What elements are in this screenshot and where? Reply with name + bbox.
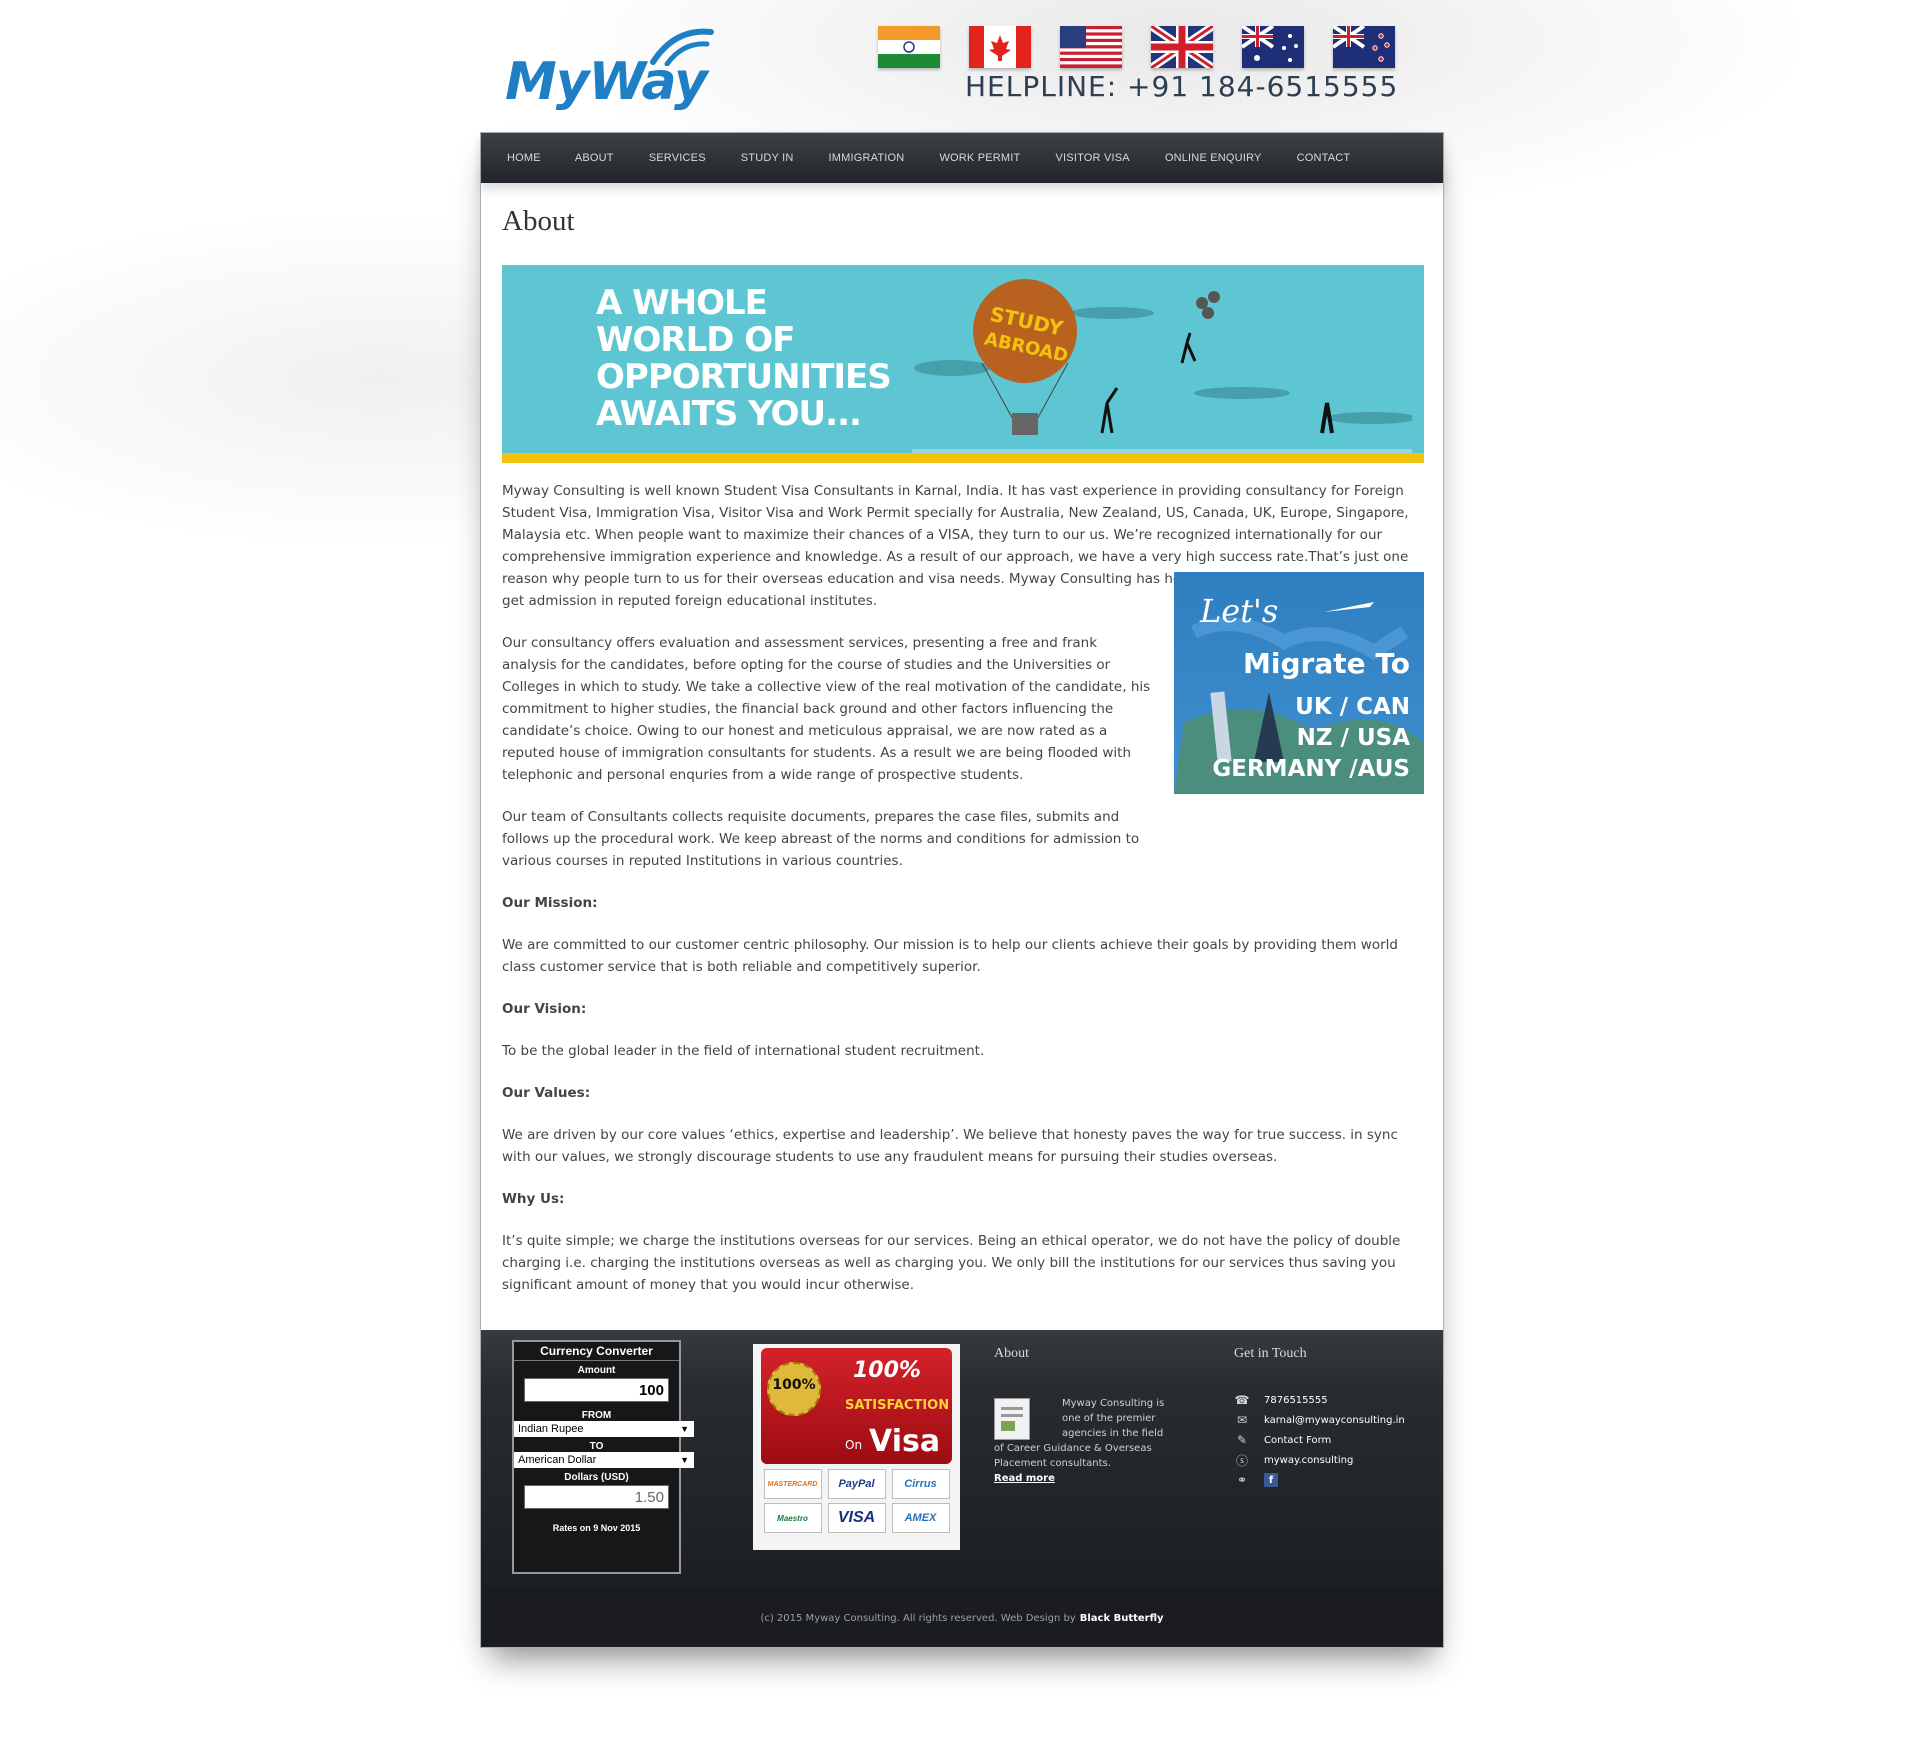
why-us-heading: Why Us: (502, 1191, 565, 1207)
country-flags (878, 26, 1424, 68)
result-label: Dollars (USD) (564, 1472, 629, 1483)
skype-icon: ⓢ (1235, 1453, 1248, 1468)
copyright-bar: (c) 2015 Myway Consulting. All rights re… (481, 1589, 1443, 1647)
copyright-text: (c) 2015 Myway Consulting. All rights re… (760, 1612, 1076, 1624)
amount-input[interactable]: 100 (524, 1378, 669, 1402)
contact-skype[interactable]: ⓢ myway.consulting (1234, 1450, 1405, 1470)
phone-icon: ☎ (1234, 1393, 1250, 1407)
result-output[interactable]: 1.50 (524, 1485, 669, 1509)
currency-converter-widget: Currency Converter Amount 100 FROM India… (512, 1340, 694, 1574)
payment-cards: MASTERCARD PayPal Cirrus Maestro VISA AM… (757, 1469, 956, 1533)
new-zealand-flag-icon[interactable] (1333, 26, 1395, 68)
contact-phone: ☎ 7876515555 (1234, 1393, 1328, 1407)
footer-contact-list: ☎ 7876515555 ✉ karnal@mywayconsulting.in… (1234, 1390, 1405, 1490)
nav-home[interactable]: HOME (507, 152, 541, 164)
to-currency-select[interactable]: American Dollar ▼ (514, 1452, 694, 1468)
footer-contact-title: Get in Touch (1234, 1346, 1307, 1361)
from-label: FROM (581, 1410, 612, 1421)
study-abroad-banner: A WHOLE WORLD OF OPPORTUNITIES AWAITS YO… (502, 265, 1424, 463)
values-text: We are driven by our core values ‘ethics… (502, 1127, 1398, 1165)
main-container: HOME ABOUT SERVICES STUDY IN IMMIGRATION… (480, 132, 1444, 1648)
site-footer: Currency Converter Amount 100 FROM India… (481, 1330, 1443, 1589)
contact-email[interactable]: ✉ karnal@mywayconsulting.in (1234, 1410, 1405, 1430)
banner-headline: A WHOLE WORLD OF OPPORTUNITIES AWAITS YO… (596, 283, 892, 434)
canada-flag-icon[interactable] (969, 26, 1031, 68)
designer-link[interactable]: Black Butterfly (1080, 1613, 1164, 1624)
satisfaction-banner: 100% 100% SATISFACTION On Visa (761, 1348, 952, 1464)
document-icon (994, 1398, 1030, 1440)
mastercard-icon: MASTERCARD (763, 1469, 822, 1499)
facebook-icon[interactable]: f (1264, 1473, 1278, 1487)
nav-about[interactable]: ABOUT (575, 152, 614, 164)
helpline-number: HELPLINE: +91 184-6515555 (965, 70, 1399, 103)
mission-heading: Our Mission: (502, 895, 598, 911)
main-content: About A WHOLE WORLD OF OPPORTUNITIES AWA… (502, 205, 1424, 1293)
footer-about-block: Myway Consulting is one of the premier a… (994, 1396, 1174, 1486)
nav-contact[interactable]: CONTACT (1297, 152, 1351, 164)
migrate-promo-image: Let's Migrate To UK / CAN NZ / USA GERMA… (1174, 572, 1424, 794)
contact-form-link[interactable]: ✎ Contact Form (1234, 1430, 1405, 1450)
nav-visitor-visa[interactable]: VISITOR VISA (1055, 152, 1129, 164)
guarantee-seal-icon: 100% (767, 1362, 821, 1416)
values-heading: Our Values: (502, 1085, 591, 1101)
amount-label: Amount (577, 1365, 616, 1376)
nav-online-enquiry[interactable]: ONLINE ENQUIRY (1165, 152, 1262, 164)
contact-social: ⚭ f (1234, 1470, 1405, 1490)
link-icon: ⚭ (1236, 1473, 1248, 1487)
vision-text: To be the global leader in the field of … (502, 1043, 985, 1059)
pencil-icon: ✎ (1236, 1433, 1248, 1447)
site-logo[interactable]: MyWay (505, 22, 720, 112)
countries-text: UK / CAN NZ / USA GERMANY /AUS (1212, 694, 1410, 782)
uk-flag-icon[interactable] (1151, 26, 1213, 68)
maestro-icon: Maestro (763, 1503, 822, 1533)
mission-text: We are committed to our customer centric… (502, 937, 1398, 975)
team-paragraph: Our team of Consultants collects requisi… (502, 809, 1140, 869)
converter-title: Currency Converter (514, 1342, 679, 1361)
amex-icon: AMEX (891, 1503, 950, 1533)
lets-text: Let's (1200, 592, 1279, 630)
page-title: About (502, 205, 575, 237)
from-dropdown-arrow-icon: ▼ (680, 1424, 689, 1434)
consultancy-paragraph: Our consultancy offers evaluation and as… (502, 635, 1151, 783)
india-flag-icon[interactable] (878, 26, 940, 68)
rates-note: Rates on 9 Nov 2015 (552, 1523, 641, 1533)
australia-flag-icon[interactable] (1242, 26, 1304, 68)
mail-icon: ✉ (1236, 1413, 1248, 1427)
vision-heading: Our Vision: (502, 1001, 587, 1017)
paypal-icon: PayPal (827, 1469, 886, 1499)
main-nav: HOME ABOUT SERVICES STUDY IN IMMIGRATION… (481, 133, 1443, 183)
logo-text: MyWay (505, 52, 708, 112)
usa-flag-icon[interactable] (1060, 26, 1122, 68)
satisfaction-visa-badge: 100% 100% SATISFACTION On Visa MASTERCAR… (753, 1344, 960, 1550)
visa-icon: VISA (827, 1503, 886, 1533)
cirrus-icon: Cirrus (891, 1469, 950, 1499)
nav-services[interactable]: SERVICES (649, 152, 706, 164)
from-currency-select[interactable]: Indian Rupee ▼ (514, 1421, 694, 1437)
site-header: MyWay HELPLINE: +91 184-6515555 (0, 0, 1920, 130)
read-more-link[interactable]: Read more (994, 1471, 1174, 1486)
nav-immigration[interactable]: IMMIGRATION (829, 152, 905, 164)
nav-work-permit[interactable]: WORK PERMIT (939, 152, 1020, 164)
banner-yellow-bar (502, 453, 1424, 463)
to-label: TO (589, 1441, 604, 1452)
hot-air-balloon-icon: STUDY ABROAD (912, 279, 1412, 453)
migrate-to-text: Migrate To (1243, 647, 1410, 680)
to-dropdown-arrow-icon: ▼ (680, 1455, 689, 1465)
footer-about-title: About (994, 1346, 1029, 1361)
why-us-text: It’s quite simple; we charge the institu… (502, 1233, 1401, 1293)
nav-study-in[interactable]: STUDY IN (741, 152, 794, 164)
